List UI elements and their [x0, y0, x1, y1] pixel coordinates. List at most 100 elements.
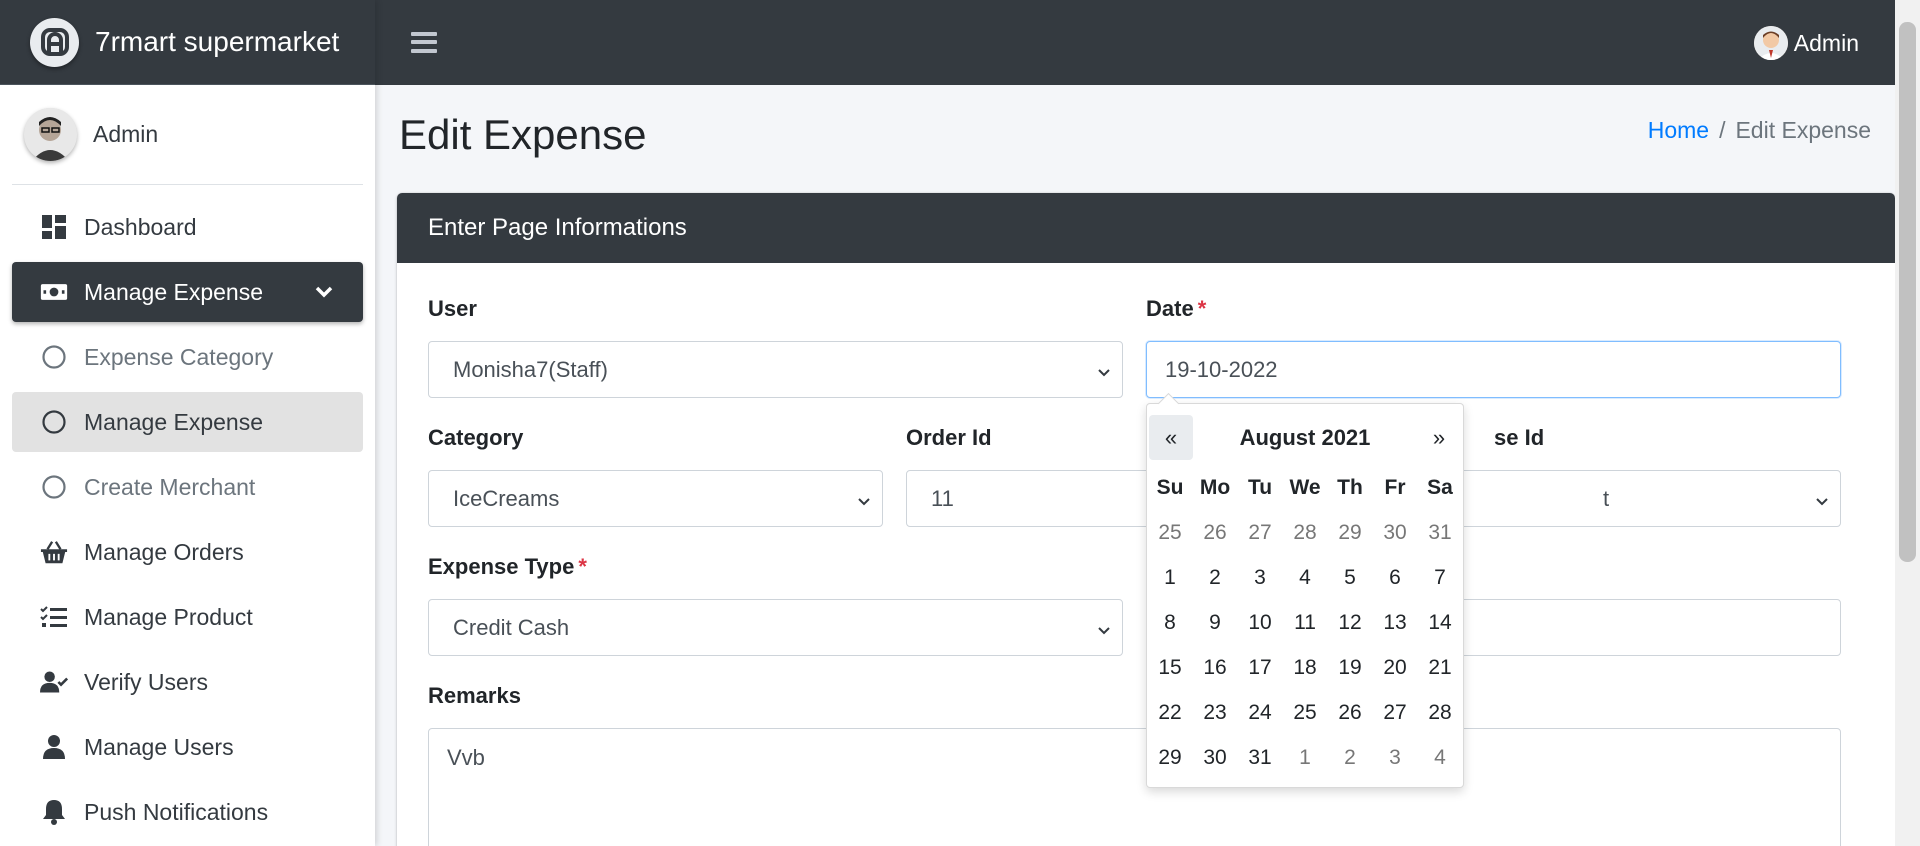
circle-icon: [40, 473, 68, 501]
order-id-value: 11: [931, 485, 954, 511]
user-select-value: Monisha7(Staff): [453, 356, 608, 382]
expense-type-label: Expense Type *: [428, 554, 587, 579]
date-input[interactable]: 19-10-2022: [1146, 341, 1841, 398]
user-label: User: [428, 296, 477, 321]
datepicker-day[interactable]: 24: [1238, 690, 1283, 735]
sidebar-item-verify-users[interactable]: Verify Users: [12, 652, 363, 712]
datepicker-day[interactable]: 16: [1193, 645, 1238, 690]
purchase-id-label: se Id: [1494, 425, 1545, 450]
chevron-down-icon: [1096, 360, 1112, 386]
sidebar-item-expense-category[interactable]: Expense Category: [12, 327, 363, 387]
datepicker-day[interactable]: 11: [1283, 600, 1328, 645]
sidebar-item-push-notifications[interactable]: Push Notifications: [12, 782, 363, 842]
category-select-value: IceCreams: [453, 485, 560, 511]
datepicker-day[interactable]: 3: [1373, 735, 1418, 780]
sidebar-item-label: Manage Expense: [84, 408, 264, 435]
datepicker-day[interactable]: 2: [1193, 555, 1238, 600]
sidebar-item-create-merchant[interactable]: Create Merchant: [12, 457, 363, 517]
datepicker-day[interactable]: 7: [1418, 555, 1463, 600]
datepicker-day[interactable]: 25: [1283, 690, 1328, 735]
datepicker-day[interactable]: 4: [1418, 735, 1463, 780]
page-scrollbar[interactable]: [1895, 0, 1920, 846]
datepicker-popup: « August 2021 » Su Mo Tu We Th Fr Sa 25 26 27 28 29…: [1146, 403, 1464, 788]
scrollbar-thumb[interactable]: [1899, 22, 1916, 562]
datepicker-day[interactable]: 31: [1238, 735, 1283, 780]
category-select[interactable]: IceCreams: [428, 470, 883, 527]
hamburger-menu-icon[interactable]: [411, 30, 437, 56]
bell-icon: [40, 798, 68, 826]
datepicker-day[interactable]: 18: [1283, 645, 1328, 690]
brand-link[interactable]: 7rmart supermarket: [0, 0, 375, 85]
datepicker-day[interactable]: 28: [1283, 510, 1328, 555]
user-icon: [40, 733, 68, 761]
sidebar-item-manage-users[interactable]: Manage Users: [12, 717, 363, 777]
datepicker-day[interactable]: 5: [1328, 555, 1373, 600]
sidebar-item-dashboard[interactable]: Dashboard: [12, 197, 363, 257]
date-input-value: 19-10-2022: [1165, 356, 1278, 382]
sidebar-user-panel: Admin: [12, 85, 363, 185]
user-select[interactable]: Monisha7(Staff): [428, 341, 1123, 398]
datepicker-day[interactable]: 19: [1328, 645, 1373, 690]
datepicker-day[interactable]: 28: [1418, 690, 1463, 735]
datepicker-day[interactable]: 17: [1238, 645, 1283, 690]
datepicker-day[interactable]: 1: [1283, 735, 1328, 780]
datepicker-day[interactable]: 26: [1328, 690, 1373, 735]
datepicker-day[interactable]: 30: [1373, 510, 1418, 555]
datepicker-day[interactable]: 20: [1373, 645, 1418, 690]
datepicker-day[interactable]: 2: [1328, 735, 1373, 780]
datepicker-weekday: Su: [1156, 475, 1184, 499]
datepicker-day[interactable]: 29: [1148, 735, 1193, 780]
breadcrumb-home-link[interactable]: Home: [1648, 117, 1709, 144]
remarks-textarea[interactable]: Vvb: [428, 728, 1841, 846]
sidebar-nav: Dashboard Manage Expense Expense Categor…: [0, 185, 375, 842]
datepicker-day[interactable]: 14: [1418, 600, 1463, 645]
datepicker-day[interactable]: 15: [1148, 645, 1193, 690]
datepicker-weekday: Mo: [1199, 475, 1231, 499]
required-marker: *: [1197, 296, 1207, 321]
datepicker-day[interactable]: 13: [1373, 600, 1418, 645]
sidebar-item-manage-expense-group[interactable]: Manage Expense: [12, 262, 363, 322]
datepicker-day[interactable]: 26: [1193, 510, 1238, 555]
sidebar-item-label: Verify Users: [84, 668, 208, 695]
sidebar-item-label: Push Notifications: [84, 798, 269, 825]
datepicker-day[interactable]: 29: [1328, 510, 1373, 555]
datepicker-day[interactable]: 23: [1193, 690, 1238, 735]
avatar: [1753, 26, 1788, 60]
datepicker-weekday: We: [1289, 475, 1321, 499]
datepicker-day[interactable]: 6: [1373, 555, 1418, 600]
datepicker-day[interactable]: 4: [1283, 555, 1328, 600]
sidebar-item-label: Manage Users: [84, 733, 234, 760]
purchase-id-value: t: [1603, 485, 1610, 511]
top-user-menu[interactable]: Admin: [1753, 26, 1859, 60]
datepicker-day[interactable]: 31: [1418, 510, 1463, 555]
datepicker-prev-button[interactable]: «: [1149, 415, 1193, 460]
datepicker-next-button[interactable]: »: [1417, 415, 1461, 460]
basket-icon: [40, 538, 68, 566]
expense-type-select[interactable]: Credit Cash: [428, 599, 1123, 656]
datepicker-day[interactable]: 25: [1148, 510, 1193, 555]
datepicker-day[interactable]: 8: [1148, 600, 1193, 645]
datepicker-day[interactable]: 10: [1238, 600, 1283, 645]
chevron-down-icon: [1096, 618, 1112, 644]
datepicker-day[interactable]: 27: [1373, 690, 1418, 735]
datepicker-day[interactable]: 1: [1148, 555, 1193, 600]
avatar[interactable]: [24, 108, 77, 161]
datepicker-weekday: Fr: [1384, 475, 1406, 499]
datepicker-day[interactable]: 21: [1418, 645, 1463, 690]
sidebar-user-name[interactable]: Admin: [93, 121, 158, 148]
sidebar-item-manage-orders[interactable]: Manage Orders: [12, 522, 363, 582]
sidebar-item-manage-product[interactable]: Manage Product: [12, 587, 363, 647]
datepicker-day[interactable]: 12: [1328, 600, 1373, 645]
sidebar-item-manage-expense[interactable]: Manage Expense: [12, 392, 363, 452]
sidebar-item-label: Manage Expense: [84, 278, 264, 305]
datepicker-month-title[interactable]: August 2021: [1193, 425, 1417, 451]
datepicker-day[interactable]: 30: [1193, 735, 1238, 780]
user-check-icon: [40, 668, 68, 696]
brand-name: 7rmart supermarket: [95, 26, 340, 57]
remarks-value: Vvb: [447, 745, 485, 770]
datepicker-grid: Su Mo Tu We Th Fr Sa 25 26 27 28 29 30 31 1 2 3 4 5 6 7 8 9 10 1…: [1147, 465, 1463, 780]
datepicker-day[interactable]: 9: [1193, 600, 1238, 645]
datepicker-day[interactable]: 27: [1238, 510, 1283, 555]
datepicker-day[interactable]: 3: [1238, 555, 1283, 600]
datepicker-day[interactable]: 22: [1148, 690, 1193, 735]
